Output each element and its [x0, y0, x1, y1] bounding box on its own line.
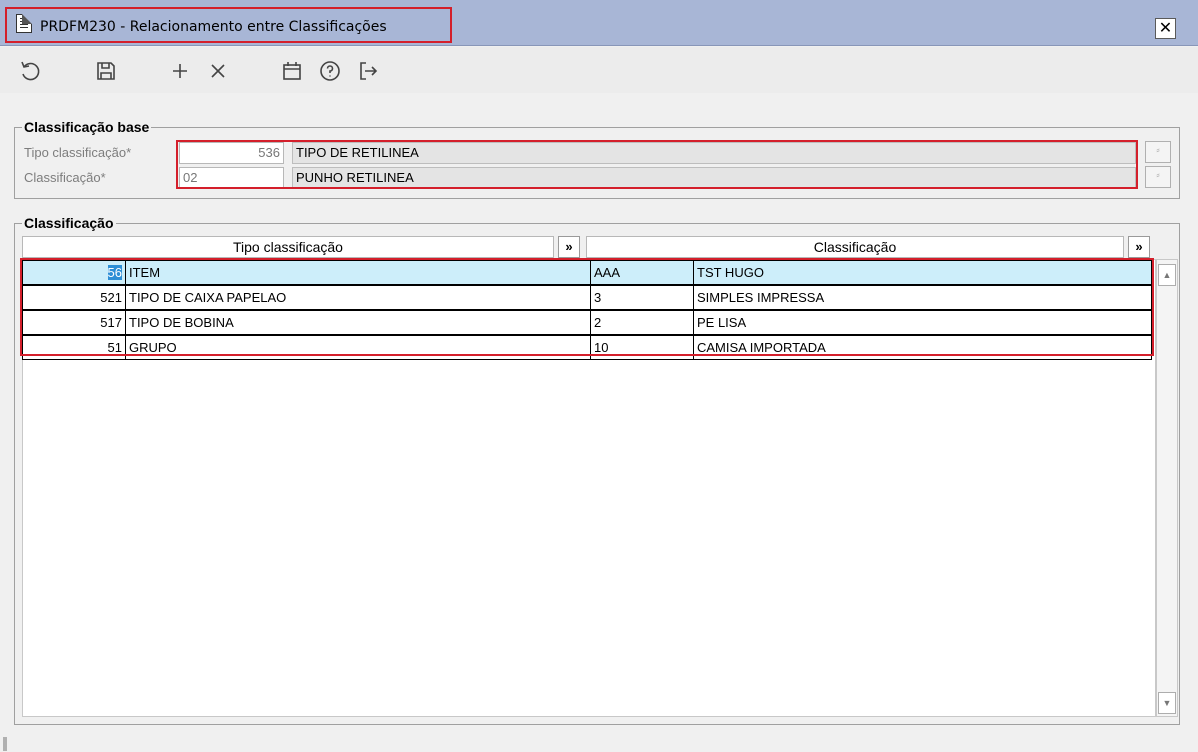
tipo-code-cell[interactable]: 517: [22, 310, 126, 335]
tipo-code-cell[interactable]: 51: [22, 335, 126, 360]
add-button[interactable]: [166, 57, 194, 85]
tipo-lookup-button[interactable]: ⸗: [1145, 141, 1171, 163]
tipo-code-cell[interactable]: 56: [22, 260, 126, 285]
tipo-desc-cell[interactable]: TIPO DE BOBINA: [125, 310, 591, 335]
classificacao-description: PUNHO RETILINEA: [292, 167, 1136, 189]
calendar-icon: [283, 62, 301, 80]
tipo-desc-cell[interactable]: GRUPO: [125, 335, 591, 360]
tipo-desc-cell[interactable]: ITEM: [125, 260, 591, 285]
table-row[interactable]: 521 TIPO DE CAIXA PAPELAO 3 SIMPLES IMPR…: [22, 285, 1152, 310]
grid-group-title: Classificação: [22, 215, 116, 231]
class-desc-cell[interactable]: TST HUGO: [693, 260, 1152, 285]
toolbar: [0, 47, 1198, 93]
table-row[interactable]: 56 ITEM AAA TST HUGO: [22, 260, 1152, 285]
class-desc-cell[interactable]: SIMPLES IMPRESSA: [693, 285, 1152, 310]
column-expand-classificacao-button[interactable]: »: [1128, 236, 1150, 258]
resize-grip: [3, 737, 7, 751]
undo-button[interactable]: [16, 57, 44, 85]
class-code-cell[interactable]: 10: [590, 335, 694, 360]
save-button[interactable]: [92, 57, 120, 85]
tipo-classificacao-label: Tipo classificação*: [24, 145, 132, 160]
scroll-up-icon[interactable]: ▲: [1158, 264, 1176, 286]
vertical-scrollbar[interactable]: ▲ ▼: [1156, 259, 1178, 717]
close-icon: [211, 64, 225, 78]
save-icon: [97, 62, 115, 80]
help-icon: [320, 61, 340, 81]
table-row[interactable]: 517 TIPO DE BOBINA 2 PE LISA: [22, 310, 1152, 335]
tipo-code-cell[interactable]: 521: [22, 285, 126, 310]
plus-icon: [173, 64, 187, 78]
base-group-title: Classificação base: [22, 119, 152, 135]
title-highlight-box: [5, 7, 452, 43]
exit-button[interactable]: [354, 57, 382, 85]
scroll-down-icon[interactable]: ▼: [1158, 692, 1176, 714]
column-header-classificacao[interactable]: Classificação: [586, 236, 1124, 258]
table-row[interactable]: 51 GRUPO 10 CAMISA IMPORTADA: [22, 335, 1152, 360]
help-button[interactable]: [316, 57, 344, 85]
calendar-button[interactable]: [278, 57, 306, 85]
classificacao-code-input[interactable]: 02: [179, 167, 284, 189]
title-bar: PRDFM230 - Relacionamento entre Classifi…: [0, 0, 1198, 46]
column-header-tipo[interactable]: Tipo classificação: [22, 236, 554, 258]
close-button[interactable]: ✕: [1155, 18, 1176, 39]
class-desc-cell[interactable]: PE LISA: [693, 310, 1152, 335]
class-code-cell[interactable]: AAA: [590, 260, 694, 285]
undo-icon: [21, 61, 40, 81]
exit-icon: [360, 62, 378, 80]
classificacao-label: Classificação*: [24, 170, 106, 185]
tipo-classificacao-code-input[interactable]: 536: [179, 142, 284, 164]
class-code-cell[interactable]: 3: [590, 285, 694, 310]
delete-button[interactable]: [204, 57, 232, 85]
column-expand-tipo-button[interactable]: »: [558, 236, 580, 258]
classificacao-lookup-button[interactable]: ⸗: [1145, 166, 1171, 188]
tipo-desc-cell[interactable]: TIPO DE CAIXA PAPELAO: [125, 285, 591, 310]
class-desc-cell[interactable]: CAMISA IMPORTADA: [693, 335, 1152, 360]
selected-cell-value: 56: [107, 265, 122, 280]
tipo-classificacao-description: TIPO DE RETILINEA: [292, 142, 1136, 164]
class-code-cell[interactable]: 2: [590, 310, 694, 335]
